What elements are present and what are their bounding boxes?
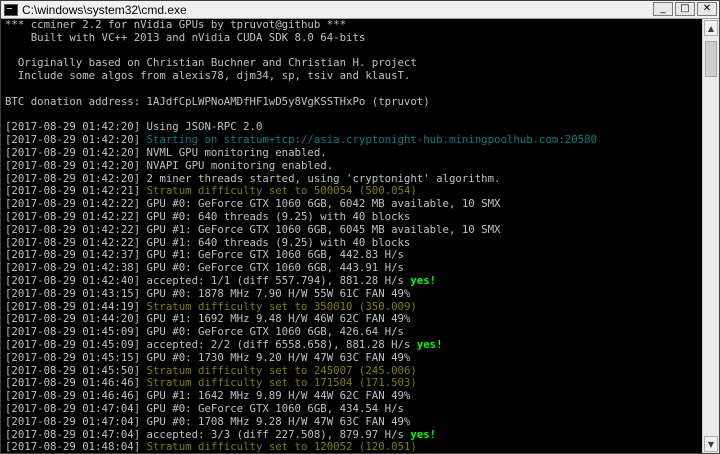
console-text-info: BTC donation address: 1AJdfCpLWPNoAMDfHF… xyxy=(5,94,430,108)
console-line: BTC donation address: 1AJdfCpLWPNoAMDfHF… xyxy=(5,94,701,109)
console-text-green: yes! xyxy=(410,273,437,287)
cmd-app-icon[interactable] xyxy=(4,3,18,16)
console-text-info: [2017-08-29 01:42:37] GPU #1: GeForce GT… xyxy=(5,248,404,262)
console-text-info: [2017-08-29 01:47:04] GPU #0: GeForce GT… xyxy=(5,401,404,415)
console-text-info: [2017-08-29 01:42:21] xyxy=(5,184,147,198)
console-text-info: [2017-08-29 01:42:20] 2 miner threads st… xyxy=(5,171,501,185)
console-text-info: [2017-08-29 01:45:09] GPU #0: GeForce GT… xyxy=(5,325,404,339)
scroll-down-arrow-icon[interactable]: ▼ xyxy=(704,436,718,452)
console-text-yellow: Stratum difficulty set to 350010 (350.00… xyxy=(146,299,417,313)
console-text-info: [2017-08-29 01:46:46] xyxy=(5,376,147,390)
console-text-green: yes! xyxy=(416,337,443,351)
console-text-info: [2017-08-29 01:45:09] accepted: 2/2 (dif… xyxy=(5,337,417,351)
window-title: C:\windows\system32\cmd.exe xyxy=(22,2,187,17)
console-text-cyan: Starting on stratum+tcp://asia.cryptonig… xyxy=(146,133,597,147)
close-button[interactable]: ✕ xyxy=(697,2,717,16)
console-output[interactable]: *** ccminer 2.2 for nVidia GPUs by tpruv… xyxy=(1,19,701,453)
console-text-info: [2017-08-29 01:44:19] xyxy=(5,299,147,313)
console-text-yellow: Stratum difficulty set to 245007 (245.00… xyxy=(146,363,417,377)
console-text-yellow: Stratum difficulty set to 171504 (171.50… xyxy=(146,376,417,390)
scrollbar-thumb[interactable] xyxy=(705,41,717,77)
console-text-info: [2017-08-29 01:42:22] GPU #0: GeForce GT… xyxy=(5,197,501,211)
console-line: Built with VC++ 2013 and nVidia CUDA SDK… xyxy=(5,30,701,45)
caption-buttons: _ □ ✕ xyxy=(653,2,717,16)
console-text-info: [2017-08-29 01:42:38] GPU #0: GeForce GT… xyxy=(5,261,404,275)
console-line: [2017-08-29 01:48:04] Stratum difficulty… xyxy=(5,440,701,453)
console-text-info: Built with VC++ 2013 and nVidia CUDA SDK… xyxy=(5,30,366,44)
console-text-info: [2017-08-29 01:45:50] xyxy=(5,363,147,377)
console-text-info: [2017-08-29 01:43:15] GPU #0: 1878 MHz 7… xyxy=(5,286,411,300)
cmd-window: C:\windows\system32\cmd.exe _ □ ✕ *** cc… xyxy=(0,0,720,454)
console-text-info: Originally based on Christian Buchner an… xyxy=(5,56,417,70)
console-text-info: [2017-08-29 01:42:22] GPU #1: GeForce GT… xyxy=(5,222,501,236)
console-line: Include some algos from alexis78, djm34,… xyxy=(5,69,701,83)
console-text-info: [2017-08-29 01:42:20] NVAPI GPU monitori… xyxy=(5,158,334,172)
console-text-info: [2017-08-29 01:42:22] GPU #0: 640 thread… xyxy=(5,209,411,223)
console-text-green: yes! xyxy=(410,427,437,441)
vertical-scrollbar[interactable]: ▲ ▼ xyxy=(702,19,719,453)
console-text-info: [2017-08-29 01:42:20] Using JSON-RPC 2.0 xyxy=(5,120,263,134)
console-text-yellow: Stratum difficulty set to 500054 (500.05… xyxy=(146,184,417,198)
scroll-up-arrow-icon[interactable]: ▲ xyxy=(704,20,718,36)
console-text-info: [2017-08-29 01:42:22] GPU #1: 640 thread… xyxy=(5,235,411,249)
minimize-button[interactable]: _ xyxy=(653,2,673,16)
console-text-info: [2017-08-29 01:44:20] GPU #1: 1692 MHz 9… xyxy=(5,312,411,326)
title-bar[interactable]: C:\windows\system32\cmd.exe _ □ ✕ xyxy=(1,1,719,19)
console-text-info: *** ccminer 2.2 for nVidia GPUs by tpruv… xyxy=(5,19,347,31)
console-text-info: [2017-08-29 01:47:04] GPU #0: 1708 MHz 9… xyxy=(5,414,411,428)
console-text-info: [2017-08-29 01:45:15] GPU #0: 1730 MHz 9… xyxy=(5,350,411,364)
console-text-info: Include some algos from alexis78, djm34,… xyxy=(5,69,411,83)
console-text-info: [2017-08-29 01:48:04] xyxy=(5,440,147,453)
console-text-info: [2017-08-29 01:42:20] NVML GPU monitorin… xyxy=(5,145,327,159)
console-text-info: [2017-08-29 01:42:40] accepted: 1/1 (dif… xyxy=(5,273,411,287)
console-text-info: [2017-08-29 01:46:46] GPU #1: 1642 MHz 9… xyxy=(5,389,411,403)
console-text-yellow: Stratum difficulty set to 120052 (120.05… xyxy=(146,440,417,453)
console-text-info: [2017-08-29 01:42:20] xyxy=(5,133,147,147)
console-text-info: [2017-08-29 01:47:04] accepted: 3/3 (dif… xyxy=(5,427,411,441)
maximize-button[interactable]: □ xyxy=(675,2,695,16)
